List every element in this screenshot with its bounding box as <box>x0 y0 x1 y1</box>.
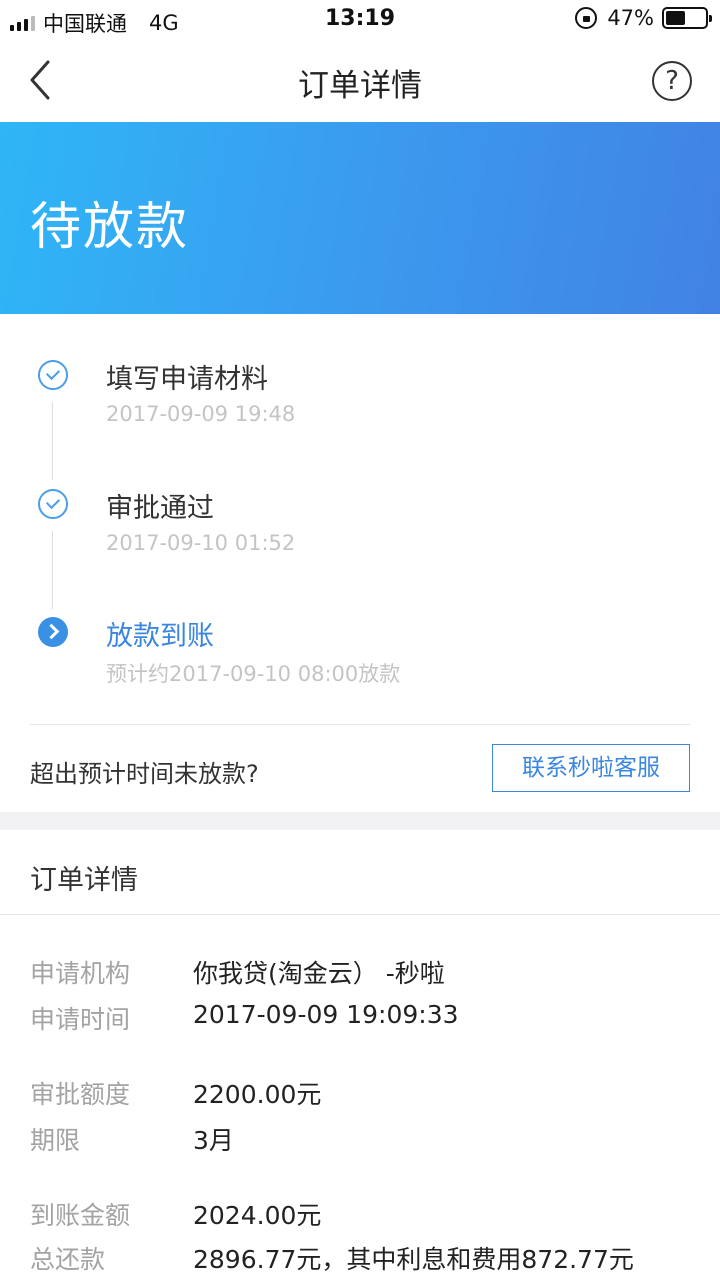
battery-percent: 47% <box>607 6 654 30</box>
detail-label: 到账金额 <box>30 1201 131 1230</box>
detail-label: 期限 <box>30 1126 81 1155</box>
status-right: 47% <box>575 6 712 30</box>
overdue-prompt: 超出预计时间未放款? <box>30 760 259 788</box>
rotation-lock-icon <box>575 7 598 29</box>
step-time: 2017-09-09 19:48 <box>106 402 296 426</box>
detail-value: 2017-09-09 19:09:33 <box>193 1000 459 1029</box>
battery-icon <box>662 7 712 29</box>
detail-label: 总还款 <box>30 1245 106 1274</box>
help-icon[interactable]: ? <box>652 61 692 101</box>
progress-timeline: 填写申请材料 2017-09-09 19:48 审批通过 2017-09-10 … <box>0 314 720 812</box>
detail-label: 审批额度 <box>30 1080 131 1109</box>
timeline-connector <box>52 402 53 480</box>
detail-label: 申请机构 <box>30 959 131 988</box>
step-estimate: 预计约2017-09-10 08:00放款 <box>106 662 401 686</box>
page-title: 订单详情 <box>298 68 422 104</box>
status-banner: 待放款 <box>0 122 720 314</box>
detail-value: 2896.77元，其中利息和费用872.77元 <box>193 1245 634 1274</box>
step-done-check-icon <box>38 489 68 519</box>
timeline-connector <box>52 531 53 609</box>
order-status-title: 待放款 <box>30 198 190 257</box>
step-title: 审批通过 <box>106 493 214 524</box>
detail-value: 你我贷(淘金云） -秒啦 <box>193 959 445 988</box>
order-details-section: 订单详情 申请机构 你我贷(淘金云） -秒啦 申请时间 2017-09-09 1… <box>0 830 720 1280</box>
detail-value: 2200.00元 <box>193 1080 322 1109</box>
detail-label: 申请时间 <box>30 1005 131 1034</box>
step-current-arrow-icon <box>38 617 68 647</box>
divider <box>30 724 690 725</box>
step-done-check-icon <box>38 360 68 390</box>
divider <box>0 914 720 915</box>
detail-value: 3月 <box>193 1126 234 1155</box>
step-title-current: 放款到账 <box>106 621 214 652</box>
section-gap <box>0 812 720 830</box>
nav-bar: 订单详情 ? <box>0 40 720 122</box>
status-bar: 中国联通 4G 13:19 47% <box>0 0 720 40</box>
step-time: 2017-09-10 01:52 <box>106 531 296 555</box>
step-title: 填写申请材料 <box>106 364 268 395</box>
detail-value: 2024.00元 <box>193 1201 322 1230</box>
contact-support-button[interactable]: 联系秒啦客服 <box>492 744 690 792</box>
section-title: 订单详情 <box>30 865 138 896</box>
